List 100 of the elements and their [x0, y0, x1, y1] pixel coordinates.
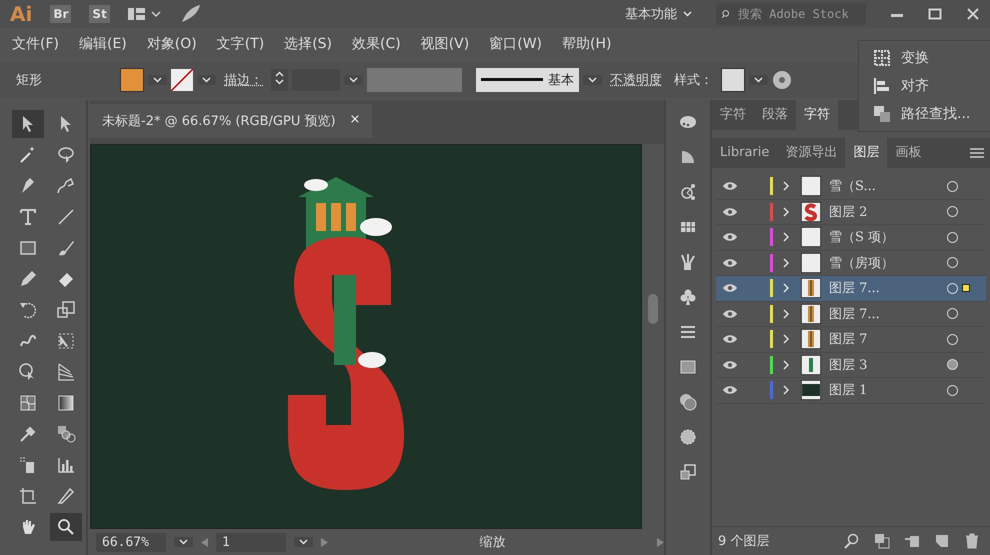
eye-icon[interactable] — [722, 385, 738, 396]
vertical-scrollbar[interactable] — [642, 144, 664, 529]
layer-name[interactable]: 雪（房项） — [829, 254, 947, 272]
panel-tab[interactable]: 画板 — [887, 138, 930, 168]
dropdown-button[interactable] — [583, 75, 602, 85]
target-circle[interactable] — [947, 359, 958, 370]
document-tab[interactable]: 未标题-2* @ 66.67% (RGB/GPU 预览) × — [90, 104, 372, 138]
panel-tab[interactable]: 资源导出 — [777, 138, 846, 168]
panel-tab[interactable]: Librarie — [712, 138, 778, 168]
search-icon[interactable] — [844, 533, 860, 549]
close-icon[interactable] — [966, 7, 980, 21]
layer-name[interactable]: 雪（S 项） — [829, 228, 947, 246]
layer-row[interactable]: 图层 3 — [716, 352, 986, 378]
layer-name[interactable]: 图层 7 — [829, 330, 947, 348]
menu-item[interactable]: 选择(S) — [284, 35, 332, 53]
stroke-label[interactable]: 描边： — [224, 71, 263, 89]
maximize-icon[interactable] — [928, 7, 942, 21]
dropdown-button[interactable] — [197, 75, 216, 85]
expand-chevron-icon[interactable] — [783, 360, 789, 370]
expand-chevron-icon[interactable] — [783, 283, 789, 294]
menu-item[interactable]: 对象(O) — [146, 35, 197, 53]
fill-swatch[interactable] — [120, 68, 144, 92]
expand-chevron-icon[interactable] — [783, 206, 789, 217]
layer-name[interactable]: 图层 1 — [829, 381, 947, 400]
layer-name[interactable]: 图层 7... — [829, 304, 947, 323]
style-swatch[interactable] — [721, 68, 745, 92]
menu-item[interactable]: 视图(V) — [420, 35, 470, 53]
menu-item[interactable]: 效果(C) — [352, 35, 401, 53]
variable-width-field[interactable] — [367, 68, 462, 92]
eye-icon[interactable] — [722, 334, 738, 344]
clipping-mask-icon[interactable] — [874, 533, 890, 549]
panel-tab[interactable]: 段落 — [754, 100, 796, 130]
target-circle[interactable] — [947, 282, 958, 294]
target-circle[interactable] — [947, 180, 958, 192]
dropdown-button[interactable] — [344, 75, 363, 85]
overlapping-squares-icon[interactable] — [678, 462, 698, 482]
layer-row[interactable]: 图层 2 — [716, 200, 986, 225]
layer-row[interactable]: 图层 1 — [716, 378, 986, 404]
eye-icon[interactable] — [722, 206, 738, 217]
expand-chevron-icon[interactable] — [783, 385, 789, 396]
overlapping-circles-icon[interactable] — [678, 392, 698, 412]
layer-name[interactable]: 图层 7... — [829, 279, 947, 298]
expand-chevron-icon[interactable] — [783, 308, 789, 319]
eye-icon[interactable] — [722, 283, 738, 294]
eye-icon[interactable] — [722, 360, 738, 370]
no-stroke-swatch-icon[interactable] — [171, 69, 193, 91]
opacity-label[interactable]: 不透明度 — [610, 71, 662, 89]
layout-icon[interactable] — [128, 6, 162, 22]
brush-style-dropdown[interactable]: 基本 — [476, 68, 579, 92]
eye-icon[interactable] — [722, 258, 738, 268]
layer-row[interactable]: 雪（S... — [716, 174, 986, 200]
expand-chevron-icon[interactable] — [783, 181, 789, 192]
layer-row[interactable]: 图层 7... — [716, 276, 986, 302]
menu-item[interactable]: 文字(T) — [216, 35, 264, 53]
menu-item[interactable]: 帮助(H) — [562, 35, 612, 53]
recolor-wheel-icon[interactable] — [772, 70, 792, 90]
layer-name[interactable]: 雪（S... — [829, 177, 947, 196]
panel-shortcut[interactable]: 变换 — [859, 47, 990, 69]
stock-button[interactable]: St — [89, 5, 110, 23]
dropdown-button[interactable] — [174, 537, 193, 547]
eye-icon[interactable] — [722, 181, 738, 192]
panel-tab[interactable]: 字符 — [796, 100, 838, 130]
artboard-number-field[interactable]: 1 — [216, 532, 286, 552]
new-sublayer-icon[interactable] — [904, 533, 920, 549]
trash-icon[interactable] — [964, 533, 980, 549]
dropdown-button[interactable] — [749, 75, 768, 85]
new-layer-icon[interactable] — [934, 533, 950, 549]
search-field[interactable]: 搜索 Adobe Stock — [716, 3, 866, 25]
menu-icon[interactable] — [970, 148, 984, 158]
target-circle[interactable] — [947, 257, 958, 268]
menu-item[interactable]: 文件(F) — [12, 35, 59, 53]
menu-item[interactable]: 编辑(E) — [78, 35, 127, 53]
panel-tab[interactable]: 图层 — [845, 138, 888, 168]
workspace-switcher[interactable]: 基本功能 — [619, 4, 698, 24]
club-icon[interactable] — [678, 287, 698, 307]
panel-tab[interactable]: 字符 — [712, 100, 754, 130]
target-circle[interactable] — [947, 334, 958, 345]
panel-shortcut[interactable]: 路径查找... — [859, 103, 990, 125]
zoom-tool[interactable] — [50, 513, 82, 541]
dropdown-button[interactable] — [148, 75, 167, 85]
layer-row[interactable]: 图层 7... — [716, 302, 986, 327]
zoom-field[interactable]: 66.67% — [96, 532, 166, 552]
eye-icon[interactable] — [722, 308, 738, 319]
expand-chevron-icon[interactable] — [783, 334, 789, 344]
menu-item[interactable]: 窗口(W) — [489, 35, 542, 53]
dashed-circle-icon[interactable] — [678, 427, 698, 447]
eye-icon[interactable] — [722, 232, 738, 242]
target-circle[interactable] — [947, 206, 958, 218]
layer-name[interactable]: 图层 2 — [829, 202, 947, 221]
panel-shortcut[interactable]: 对齐 — [859, 75, 990, 97]
layer-name[interactable]: 图层 3 — [829, 356, 947, 374]
stroke-stepper[interactable] — [271, 69, 288, 91]
layer-row[interactable]: 图层 7 — [716, 327, 986, 352]
selection-arrow-tool[interactable] — [12, 110, 44, 138]
dropdown-button[interactable] — [294, 537, 313, 547]
expand-chevron-icon[interactable] — [783, 232, 789, 242]
target-circle[interactable] — [947, 308, 958, 320]
target-circle[interactable] — [947, 232, 958, 243]
bridge-button[interactable]: Br — [50, 5, 72, 23]
close-tab-button[interactable]: × — [350, 112, 360, 130]
